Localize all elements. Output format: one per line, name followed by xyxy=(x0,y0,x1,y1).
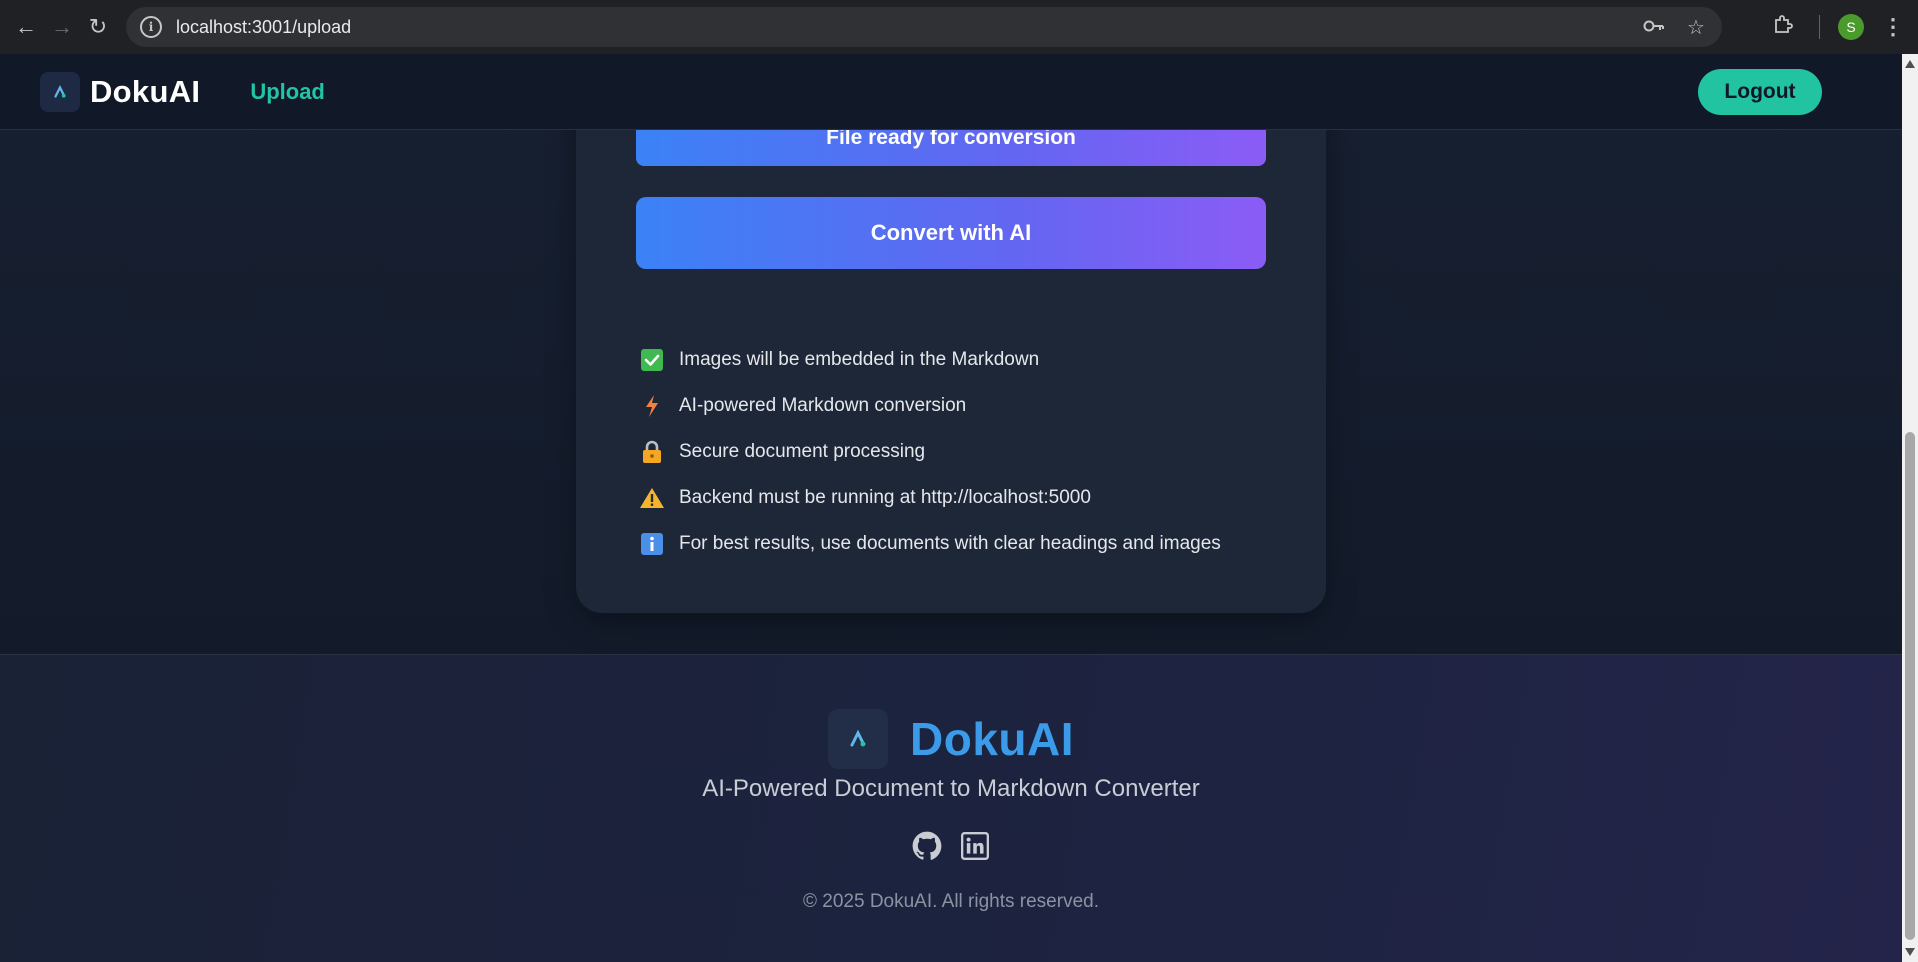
footer-brand-name: DokuAI xyxy=(910,713,1074,765)
key-icon[interactable] xyxy=(1642,16,1666,39)
feature-text: AI-powered Markdown conversion xyxy=(679,395,967,416)
github-icon[interactable] xyxy=(912,831,942,861)
puzzle-icon[interactable] xyxy=(1773,14,1793,40)
feature-text: Secure document processing xyxy=(679,441,926,462)
app-navbar: DokuAI Upload Logout xyxy=(0,54,1902,130)
kebab-menu-icon[interactable]: ⋮ xyxy=(1882,14,1904,40)
feature-list: Images will be embedded in the Markdown … xyxy=(639,337,1221,567)
warning-icon xyxy=(639,485,665,511)
page-scrollbar[interactable] xyxy=(1902,54,1918,962)
info-icon xyxy=(639,531,665,557)
logout-button[interactable]: Logout xyxy=(1698,69,1822,115)
feature-text: For best results, use documents with cle… xyxy=(679,533,1221,554)
convert-with-ai-button[interactable]: Convert with AI xyxy=(636,197,1266,269)
footer: DokuAI AI-Powered Document to Markdown C… xyxy=(0,654,1902,962)
brand-name[interactable]: DokuAI xyxy=(90,74,200,110)
forward-button[interactable]: → xyxy=(44,9,80,45)
scroll-thumb[interactable] xyxy=(1905,432,1915,940)
info-icon[interactable]: i xyxy=(140,16,162,38)
upload-card: File ready for conversion Convert with A… xyxy=(576,74,1326,613)
arrow-right-icon: → xyxy=(51,14,73,39)
check-box-icon xyxy=(639,347,665,373)
url-text[interactable]: localhost:3001/upload xyxy=(176,17,351,38)
back-button[interactable]: ← xyxy=(8,9,44,45)
star-icon[interactable]: ☆ xyxy=(1684,15,1708,40)
scroll-up-arrow-icon[interactable] xyxy=(1905,60,1915,68)
profile-avatar[interactable]: S xyxy=(1838,14,1864,40)
lock-icon xyxy=(639,439,665,465)
footer-brand: DokuAI xyxy=(0,709,1902,769)
feature-text: Images will be embedded in the Markdown xyxy=(679,349,1040,370)
social-links xyxy=(0,831,1902,861)
toolbar-divider xyxy=(1819,15,1820,39)
footer-tagline: AI-Powered Document to Markdown Converte… xyxy=(702,775,1200,802)
reload-icon: ↻ xyxy=(88,14,108,39)
list-item: Images will be embedded in the Markdown xyxy=(639,337,1221,383)
list-item: AI-powered Markdown conversion xyxy=(639,383,1221,429)
list-item: For best results, use documents with cle… xyxy=(639,521,1221,567)
linkedin-icon[interactable] xyxy=(960,831,990,861)
app-logo-icon[interactable] xyxy=(40,71,80,112)
browser-toolbar: ← → ↻ i localhost:3001/upload ☆ S ⋮ xyxy=(0,0,1918,54)
page-viewport: DokuAI Upload Logout File ready for conv… xyxy=(0,54,1902,962)
address-bar[interactable]: i localhost:3001/upload ☆ xyxy=(126,7,1722,47)
footer-logo-icon xyxy=(828,709,888,769)
feature-text: Backend must be running at http://localh… xyxy=(679,487,1091,508)
arrow-left-icon: ← xyxy=(15,14,37,39)
scroll-down-arrow-icon[interactable] xyxy=(1905,948,1915,956)
nav-link-upload[interactable]: Upload xyxy=(250,79,325,105)
list-item: Backend must be running at http://localh… xyxy=(639,475,1221,521)
reload-button[interactable]: ↻ xyxy=(80,9,116,45)
copyright-text: © 2025 DokuAI. All rights reserved. xyxy=(803,891,1099,912)
lightning-icon xyxy=(639,393,665,419)
list-item: Secure document processing xyxy=(639,429,1221,475)
